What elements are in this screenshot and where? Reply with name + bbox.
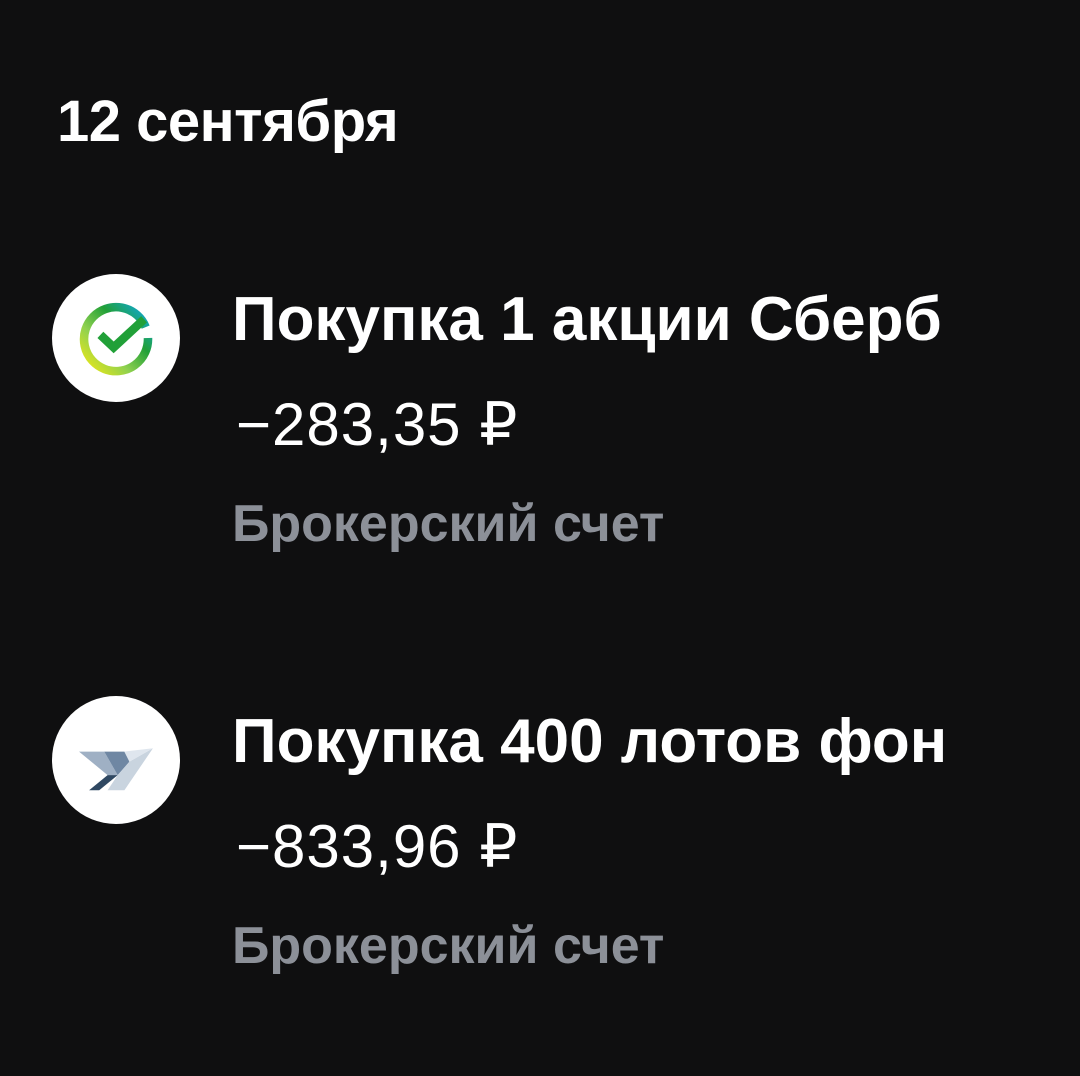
date-header: 12 сентября bbox=[57, 89, 399, 154]
sber-logo-icon bbox=[52, 274, 180, 402]
operation-amount: −833,96 ₽ bbox=[236, 813, 519, 880]
operation-title: Покупка 400 лотов фон bbox=[232, 707, 948, 776]
sber-logo-icon-graphic bbox=[79, 302, 153, 376]
fund-logo-icon-graphic bbox=[79, 748, 153, 791]
operation-amount: −283,35 ₽ bbox=[236, 391, 519, 458]
operation-item[interactable]: Покупка 400 лотов фон −833,96 ₽ Брокерск… bbox=[0, 692, 1080, 992]
operation-title: Покупка 1 акции Сберб bbox=[232, 285, 942, 354]
fund-logo-icon bbox=[52, 696, 180, 824]
operation-account: Брокерский счет bbox=[232, 495, 665, 553]
operation-item[interactable]: Покупка 1 акции Сберб −283,35 ₽ Брокерск… bbox=[0, 270, 1080, 570]
operation-account: Брокерский счет bbox=[232, 917, 665, 975]
